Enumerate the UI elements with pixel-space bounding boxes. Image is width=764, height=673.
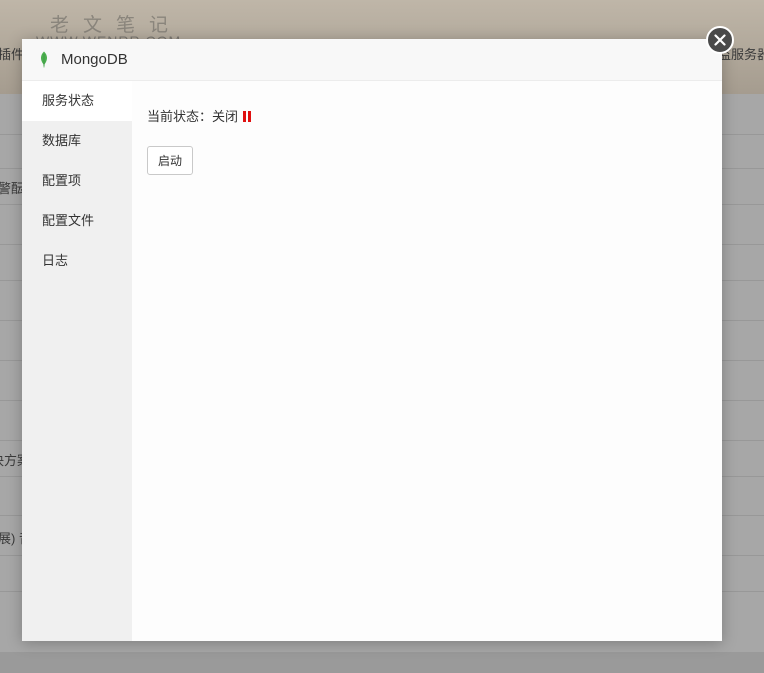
- sidebar-item-label: 配置项: [42, 173, 82, 188]
- current-status: 当前状态：关闭: [147, 106, 252, 125]
- dialog-sidebar: 服务状态 数据库 配置项 配置文件 日志: [22, 81, 132, 641]
- sidebar-item-logs[interactable]: 日志: [22, 241, 132, 281]
- background-text: 插件: [0, 47, 25, 62]
- close-button[interactable]: [706, 26, 734, 54]
- start-button[interactable]: 启动: [147, 146, 193, 175]
- sidebar-item-label: 数据库: [42, 133, 82, 148]
- background-text: 警酝: [0, 181, 25, 196]
- background-footer: [0, 652, 764, 673]
- dialog-header: MongoDB: [22, 39, 722, 81]
- sidebar-item-label: 日志: [42, 253, 69, 268]
- service-status-panel: 当前状态：关闭 启动: [132, 81, 722, 641]
- sidebar-item-database[interactable]: 数据库: [22, 121, 132, 161]
- page: 老文笔记 WWW.WENRR.COM 插件 警酝 决方案 展) 音 监服务器 M…: [0, 0, 764, 673]
- dialog-title: MongoDB: [61, 51, 128, 68]
- mongodb-dialog: MongoDB 服务状态 数据库 配置项 配置文件 日志 当前状态：关闭 启动: [22, 26, 734, 641]
- sidebar-item-label: 服务状态: [42, 93, 95, 108]
- sidebar-item-config-options[interactable]: 配置项: [22, 161, 132, 201]
- sidebar-item-label: 配置文件: [42, 213, 95, 228]
- sidebar-item-service-status[interactable]: 服务状态: [22, 81, 132, 121]
- mongodb-leaf-icon: [40, 51, 48, 68]
- pause-icon: [243, 111, 252, 122]
- sidebar-item-config-file[interactable]: 配置文件: [22, 201, 132, 241]
- status-label: 当前状态：关闭: [147, 109, 239, 124]
- close-icon: [714, 34, 726, 46]
